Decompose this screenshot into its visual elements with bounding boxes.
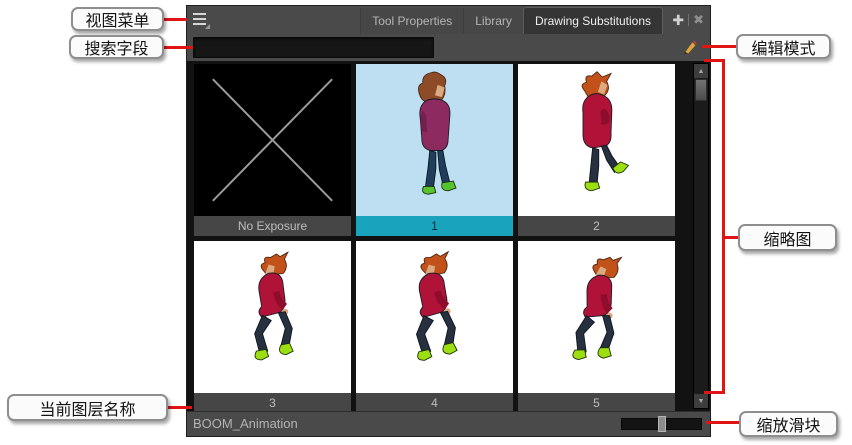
callout-edit-mode: 编辑模式 [736,34,831,59]
scrollbar-thumb[interactable] [695,79,707,101]
thumbnail-2[interactable]: 2 [518,64,675,236]
callout-view-menu: 视图菜单 [71,7,164,31]
view-menu-icon[interactable] [193,12,211,29]
tab-library[interactable]: Library [463,8,523,34]
callout-bracket-vertical [722,59,725,394]
scroll-up-icon[interactable]: ▲ [694,64,708,78]
divider [688,14,689,26]
callout-line-view-menu [164,18,187,21]
zoom-slider[interactable] [621,418,702,430]
menu-bar [193,18,206,20]
thumbnail-image [518,64,675,216]
character-pose-stepping [539,70,655,210]
thumbnail-image [518,241,675,393]
callout-current-layer-name: 当前图层名称 [7,394,168,421]
callout-line-edit-mode [702,45,736,48]
character-pose-crouching [372,245,497,389]
scroll-down-icon[interactable]: ▼ [694,394,708,408]
search-input[interactable] [193,37,434,58]
character-pose-crouching-deep [528,241,664,393]
zoom-slider-handle[interactable] [658,416,666,432]
thumbnail-image [356,241,513,393]
thumbnail-caption: 2 [518,216,675,236]
callout-line-search-field [164,46,193,49]
annotated-screenshot: Tool Properties Library Drawing Substitu… [0,0,852,445]
panel-titlebar: Tool Properties Library Drawing Substitu… [187,6,710,34]
thumbnail-1-selected[interactable]: 1 [356,64,513,236]
no-exposure-x-icon [194,64,351,216]
callout-line-layer-name [168,406,192,409]
callout-bracket-bottom [704,391,725,394]
tab-tool-properties[interactable]: Tool Properties [360,8,463,34]
vertical-scrollbar[interactable]: ▲ ▼ [693,63,709,409]
thumbnail-image [356,64,513,216]
menu-bar [193,13,206,15]
thumbnail-caption: 3 [194,393,351,411]
thumbnail-3[interactable]: 3 [194,241,351,411]
scrollbar-track[interactable] [694,102,708,394]
thumbnail-no-exposure[interactable]: No Exposure [194,64,351,236]
callout-thumbnails: 缩略图 [738,224,837,251]
close-view-icon[interactable]: ✖ [693,12,704,28]
character-pose-standing [377,70,493,210]
thumbnail-caption: 1 [356,216,513,236]
callout-search-field: 搜索字段 [69,35,164,59]
thumbnail-caption: No Exposure [194,216,351,236]
tab-actions: ✚ ✖ [672,6,704,34]
callout-zoom-slider: 缩放滑块 [739,411,838,437]
tab-drawing-substitutions[interactable]: Drawing Substitutions [523,7,663,34]
thumbnail-caption: 4 [356,393,513,411]
tab-bar: Tool Properties Library Drawing Substitu… [360,6,663,34]
character-pose-crouching [215,247,331,387]
thumbnail-caption: 5 [518,393,675,411]
thumbnail-5[interactable]: 5 [518,241,675,411]
drawing-substitutions-panel: Tool Properties Library Drawing Substitu… [186,5,711,437]
edit-mode-pencil-icon[interactable] [682,39,699,56]
panel-statusbar: BOOM_Animation [187,411,710,436]
current-layer-name: BOOM_Animation [193,416,298,431]
thumbnail-image [194,241,351,393]
callout-line-zoom-slider [706,421,739,424]
thumbnail-grid: No Exposure 1 2 [194,64,675,411]
search-row [187,34,710,61]
callout-line-thumbnails [722,236,738,239]
thumbnail-4[interactable]: 4 [356,241,513,411]
menu-caret-icon [205,24,210,29]
add-view-icon[interactable]: ✚ [672,12,684,29]
thumbnail-image [194,64,351,216]
thumbnail-grid-area: No Exposure 1 2 [187,61,710,411]
